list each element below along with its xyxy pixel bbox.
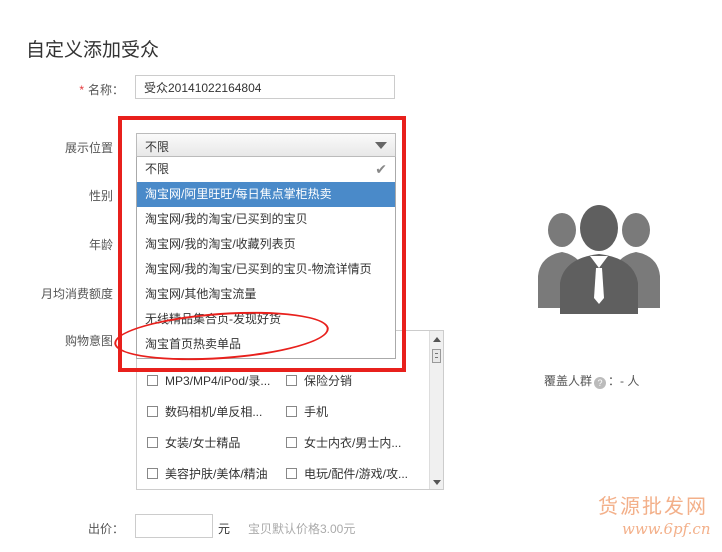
category-checkbox[interactable]: 数码相机/单反相... — [147, 403, 262, 420]
category-checkbox[interactable]: 女士内衣/男士内... — [286, 434, 401, 451]
required-mark: * — [79, 83, 84, 97]
scroll-down-icon[interactable] — [433, 480, 441, 485]
category-checkbox[interactable]: 美容护肤/美体/精油 — [147, 465, 268, 482]
age-label: 年龄 — [88, 238, 113, 252]
coverage-info: 覆盖人群? ：- 人 — [544, 374, 640, 389]
category-scrollbar[interactable] — [429, 331, 443, 489]
price-hint: 宝贝默认价格3.00元 — [248, 522, 356, 536]
category-checkbox[interactable]: 保险分销 — [286, 372, 352, 389]
category-checkbox[interactable]: 电玩/配件/游戏/攻... — [286, 465, 408, 482]
price-unit: 元 — [218, 522, 231, 536]
category-checkbox[interactable]: 女装/女士精品 — [147, 434, 240, 451]
category-checkbox[interactable]: 手机 — [286, 403, 328, 420]
position-label: 展示位置 — [64, 141, 113, 155]
spending-label: 月均消费额度 — [40, 287, 113, 301]
help-icon[interactable]: ? — [594, 377, 607, 389]
gender-label: 性别 — [88, 189, 113, 203]
scrollbar-thumb[interactable] — [432, 349, 441, 363]
watermark-text: 货源批发网 — [598, 494, 708, 518]
scroll-up-icon[interactable] — [433, 337, 441, 342]
intent-label: 购物意图 — [64, 334, 113, 348]
watermark-url: www.6pf.cn — [622, 520, 711, 538]
name-input[interactable]: 受众20141022164804 — [135, 75, 395, 99]
audience-people-icon — [538, 205, 660, 314]
price-label: 出价： — [87, 522, 124, 536]
name-label: * 名称： — [79, 83, 124, 97]
page-title: 自定义添加受众 — [26, 40, 160, 61]
category-checkbox[interactable]: MP3/MP4/iPod/录... — [147, 372, 270, 389]
price-input[interactable] — [135, 514, 213, 538]
